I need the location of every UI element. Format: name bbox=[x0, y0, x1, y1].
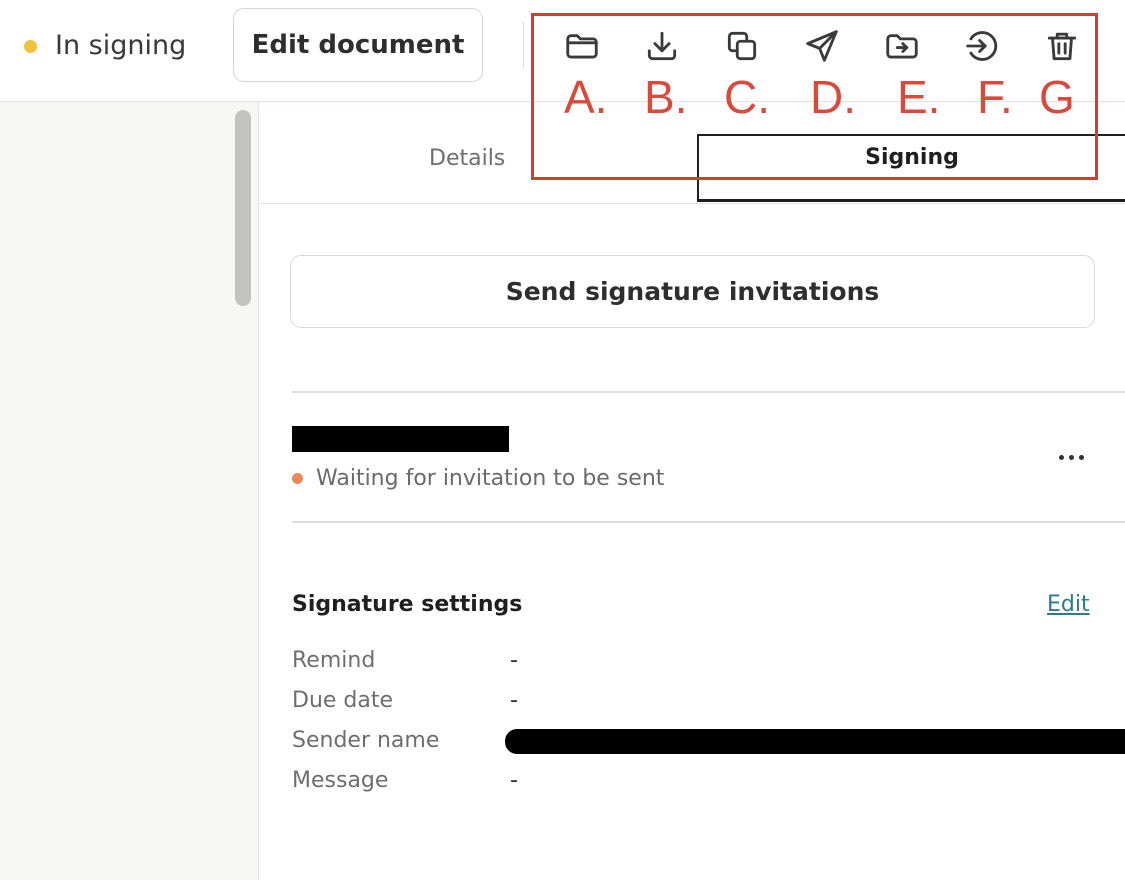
divider bbox=[292, 521, 1125, 523]
setting-label-due-date: Due date bbox=[292, 688, 394, 713]
dot-icon bbox=[1058, 454, 1064, 460]
setting-label-message: Message bbox=[292, 768, 389, 793]
redacted-signer-name bbox=[292, 426, 509, 452]
dot-icon bbox=[1068, 454, 1074, 460]
download-icon[interactable] bbox=[642, 26, 682, 66]
setting-value-message: - bbox=[510, 768, 518, 793]
move-to-folder-icon[interactable] bbox=[882, 26, 922, 66]
signer-status-text: Waiting for invitation to be sent bbox=[316, 466, 665, 491]
dot-icon bbox=[1078, 454, 1084, 460]
top-bar: In signing Edit document A. B. C. D. E. … bbox=[0, 0, 1125, 123]
setting-label-remind: Remind bbox=[292, 648, 376, 673]
toolbar-divider bbox=[523, 22, 524, 68]
edit-document-button[interactable]: Edit document bbox=[233, 8, 483, 82]
setting-label-sender-name: Sender name bbox=[292, 728, 440, 753]
send-signature-invitations-button[interactable]: Send signature invitations bbox=[290, 255, 1095, 328]
tab-bar: Details Signing bbox=[260, 102, 1125, 204]
copy-icon[interactable] bbox=[722, 26, 762, 66]
redacted-sender-name bbox=[505, 729, 1125, 754]
more-options-button[interactable] bbox=[1049, 440, 1093, 474]
tab-signing[interactable]: Signing bbox=[697, 134, 1125, 202]
sidebar-scrollbar[interactable] bbox=[235, 110, 251, 306]
tab-details[interactable]: Details bbox=[429, 144, 505, 174]
tab-signing-label: Signing bbox=[865, 145, 959, 170]
signer-status-dot-icon bbox=[292, 473, 303, 484]
signature-settings-title: Signature settings bbox=[292, 592, 523, 617]
status-label: In signing bbox=[55, 30, 187, 61]
send-icon[interactable] bbox=[802, 26, 842, 66]
trash-icon[interactable] bbox=[1042, 26, 1082, 66]
setting-value-remind: - bbox=[510, 648, 518, 673]
divider bbox=[292, 391, 1125, 393]
status-dot-icon bbox=[24, 40, 37, 53]
arrow-right-circle-icon[interactable] bbox=[962, 26, 1002, 66]
settings-edit-link[interactable]: Edit bbox=[1047, 590, 1090, 620]
folder-icon[interactable] bbox=[562, 26, 602, 66]
setting-value-due-date: - bbox=[510, 688, 518, 713]
left-sidebar bbox=[0, 102, 259, 880]
